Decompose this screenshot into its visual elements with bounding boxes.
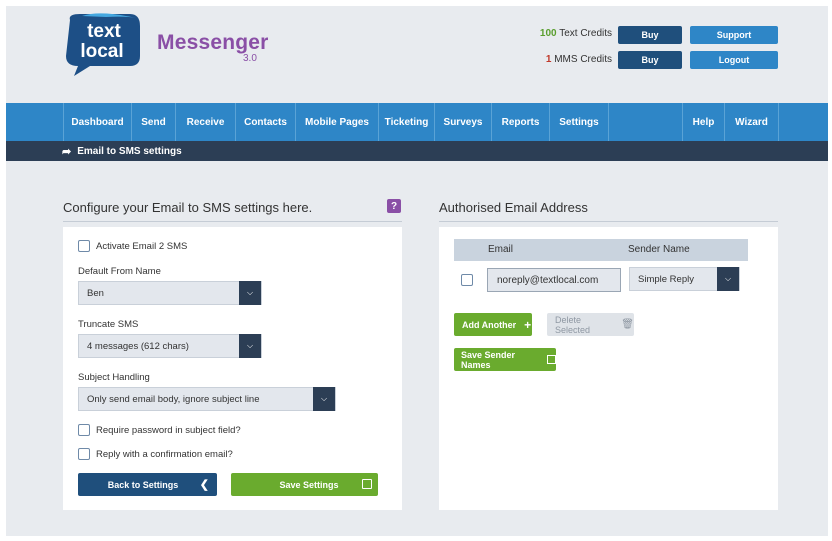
text-credits-count: 100 [539,28,557,39]
activate-email2sms-row[interactable]: Activate Email 2 SMS [78,240,187,252]
save-settings-button[interactable]: Save Settings [231,473,378,496]
sender-name-select[interactable]: Simple Reply ⌵ [629,267,740,291]
authorised-table-header: Email Sender Name [454,239,748,261]
authorised-title: Authorised Email Address [439,200,588,215]
row-select-checkbox[interactable] [461,274,473,286]
activate-email2sms-label: Activate Email 2 SMS [96,240,188,252]
buy-mms-credits-button[interactable]: Buy [618,51,682,69]
truncate-sms-label: Truncate SMS [78,319,139,330]
require-password-checkbox[interactable] [78,424,90,436]
nav-receive[interactable]: Receive [175,103,235,141]
add-another-button[interactable]: Add Another + [454,313,532,336]
mms-credits: 1 MMS Credits [492,54,612,65]
subject-handling-label: Subject Handling [78,372,150,383]
truncate-sms-value: 4 messages (612 chars) [87,340,189,352]
add-another-label: Add Another [462,319,517,330]
share-arrow-icon: ➦ [62,145,72,158]
col-sender-header: Sender Name [628,244,690,255]
back-to-settings-label: Back to Settings [107,479,179,490]
require-password-row[interactable]: Require password in subject field? [78,424,241,436]
nav-dashboard[interactable]: Dashboard [63,103,131,141]
sender-name-value: Simple Reply [638,273,694,285]
nav-contacts[interactable]: Contacts [235,103,295,141]
brand-title: Messenger [157,31,269,54]
subject-handling-select[interactable]: Only send email body, ignore subject lin… [78,387,336,411]
reply-confirmation-row[interactable]: Reply with a confirmation email? [78,448,233,460]
nav-settings[interactable]: Settings [549,103,608,141]
email-input[interactable]: noreply@textlocal.com [487,268,621,292]
brand-version: 3.0 [243,53,257,64]
plus-icon: + [524,317,532,332]
default-from-select[interactable]: Ben ⌵ [78,281,262,305]
config-divider [63,221,402,222]
nav-help[interactable]: Help [682,103,724,141]
logo-text-1: text [87,21,121,42]
config-title: Configure your Email to SMS settings her… [63,200,313,215]
nav-reports[interactable]: Reports [491,103,549,141]
default-from-value: Ben [87,287,104,299]
delete-selected-label: Delete Selected [555,314,591,335]
logo-text-2: local [80,41,123,62]
nav-wizard[interactable]: Wizard [724,103,778,141]
nav-send[interactable]: Send [131,103,175,141]
save-sender-names-label: Save Sender Names [461,349,516,370]
col-email-header: Email [488,244,514,255]
nav-surveys[interactable]: Surveys [434,103,491,141]
subject-handling-value: Only send email body, ignore subject lin… [87,393,260,405]
text-credits-label: Text Credits [556,28,612,39]
chevron-down-icon[interactable]: ⌵ [313,387,335,411]
floppy-disk-icon [547,355,556,364]
nav-ticketing[interactable]: Ticketing [378,103,434,141]
support-button[interactable]: Support [690,26,778,44]
page: text local Messenger 3.0 100 Text Credit… [0,0,832,541]
mms-credits-label: MMS Credits [551,54,612,65]
activate-email2sms-checkbox[interactable] [78,240,90,252]
trash-icon: 🗑 [621,319,634,330]
help-icon[interactable]: ? [387,199,401,213]
logout-button[interactable]: Logout [690,51,778,69]
nav-mobile-pages[interactable]: Mobile Pages [295,103,378,141]
chevron-down-icon[interactable]: ⌵ [717,267,739,291]
save-sender-names-button[interactable]: Save Sender Names [454,348,556,371]
floppy-disk-icon [362,479,372,489]
breadcrumb: ➦ Email to SMS settings [6,141,828,161]
textlocal-logo[interactable]: text local [60,12,146,76]
chevron-down-icon[interactable]: ⌵ [239,334,261,358]
reply-confirmation-checkbox[interactable] [78,448,90,460]
breadcrumb-label: Email to SMS settings [77,145,182,157]
reply-confirmation-label: Reply with a confirmation email? [96,448,233,460]
default-from-label: Default From Name [78,266,161,277]
authorised-divider [439,221,778,222]
back-to-settings-button[interactable]: Back to Settings ❮ [78,473,217,496]
buy-text-credits-button[interactable]: Buy [618,26,682,44]
nav-spacer [608,103,682,141]
truncate-sms-select[interactable]: 4 messages (612 chars) ⌵ [78,334,262,358]
text-credits: 100 Text Credits [492,28,612,39]
nav-divider [778,103,779,141]
main-nav: Dashboard Send Receive Contacts Mobile P… [6,103,828,141]
chevron-left-icon: ❮ [199,479,209,491]
chevron-down-icon[interactable]: ⌵ [239,281,261,305]
require-password-label: Require password in subject field? [96,424,241,436]
delete-selected-button[interactable]: Delete Selected 🗑 [547,313,634,336]
